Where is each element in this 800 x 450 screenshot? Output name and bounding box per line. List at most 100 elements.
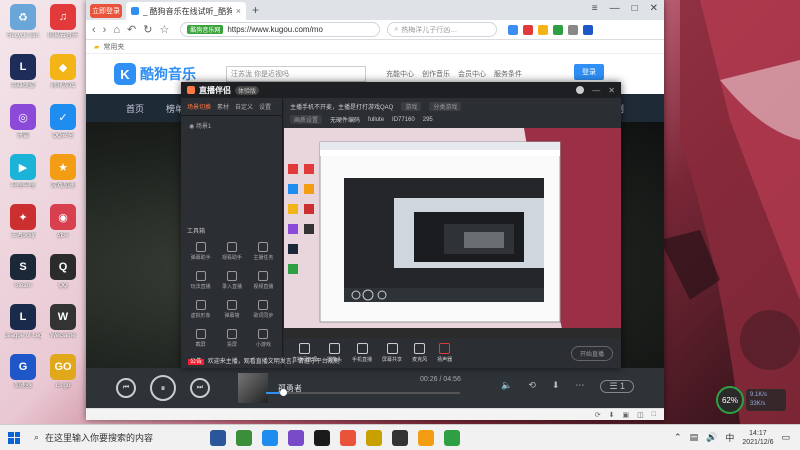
- status-icon[interactable]: □: [652, 411, 656, 418]
- minimize-icon[interactable]: —: [592, 86, 600, 95]
- new-tab-button[interactable]: +: [252, 3, 259, 17]
- extension-icon[interactable]: [538, 24, 549, 35]
- kugou-login-button[interactable]: 登录: [574, 64, 604, 80]
- taskbar-app-icon[interactable]: [314, 429, 330, 446]
- volume-icon[interactable]: 🔊: [706, 432, 717, 443]
- performance-widget[interactable]: 62% 9.1K/s 33K/s: [716, 386, 786, 416]
- toolbox-item[interactable]: 弹幕墙: [216, 300, 247, 319]
- more-icon[interactable]: ⋯: [575, 380, 584, 393]
- taskbar-app-icon[interactable]: [288, 429, 304, 446]
- status-icon[interactable]: ◫: [637, 411, 644, 419]
- clock[interactable]: 14:17 2021/12/6: [742, 429, 773, 447]
- toolbox-item[interactable]: 观看助手: [216, 242, 247, 261]
- next-button[interactable]: ⏭: [190, 378, 210, 398]
- download-icon[interactable]: ⬇: [552, 380, 560, 393]
- refresh-icon[interactable]: ↻: [143, 23, 152, 36]
- close-icon[interactable]: ✕: [650, 3, 658, 14]
- kugou-link[interactable]: 会员中心: [458, 69, 486, 79]
- back-icon[interactable]: ‹: [92, 24, 96, 36]
- extension-icon[interactable]: [508, 24, 519, 35]
- status-icon[interactable]: ⬇: [609, 411, 615, 419]
- info-item[interactable]: 画质设置: [290, 115, 323, 124]
- network-icon[interactable]: ▤: [690, 432, 699, 443]
- desktop-icon[interactable]: Q QQ: [44, 254, 82, 290]
- taskbar-app-icon[interactable]: [262, 429, 278, 446]
- start-button[interactable]: [0, 431, 28, 444]
- taskbar-app-icon[interactable]: [392, 429, 408, 446]
- desktop-icon[interactable]: GO cs go: [44, 354, 82, 390]
- desktop-icon[interactable]: L 英雄联盟: [4, 54, 42, 90]
- taskbar-app-icon[interactable]: [366, 429, 382, 446]
- tab-settings[interactable]: 设置: [259, 102, 271, 111]
- category-tag[interactable]: 分类游戏: [429, 102, 462, 111]
- taskbar-search[interactable]: ⌕ 在这里输入你要搜索的内容: [28, 426, 198, 450]
- toolbox-item[interactable]: 录入直播: [216, 271, 247, 290]
- nav-home[interactable]: 首页: [126, 102, 144, 115]
- desktop-icon[interactable]: ▶ 哔哩哔哩: [4, 154, 42, 190]
- status-icon[interactable]: ▣: [623, 411, 630, 419]
- desktop-icon[interactable]: S Steam: [4, 254, 42, 290]
- kugou-link[interactable]: 服务条件: [494, 69, 522, 79]
- microphone-button[interactable]: 麦克风: [412, 343, 427, 363]
- toolbox-item[interactable]: 视频直播: [248, 271, 279, 290]
- toolbox-item[interactable]: 虚拟形象: [185, 300, 216, 319]
- loop-icon[interactable]: ⟲: [528, 380, 536, 393]
- taskbar-app-icon[interactable]: [236, 429, 252, 446]
- extension-icon[interactable]: [553, 24, 564, 35]
- login-badge[interactable]: 立即登录: [90, 4, 122, 18]
- toolbox-item[interactable]: 弹幕助手: [185, 242, 216, 261]
- tab-scene[interactable]: 场景切换: [187, 102, 211, 111]
- tab-material[interactable]: 素材: [217, 102, 229, 111]
- kugou-link[interactable]: 创作音乐: [422, 69, 450, 79]
- live-title-text[interactable]: 主播手机不开麦，主播是打打游戏QAQ: [290, 102, 393, 111]
- playlist-button[interactable]: ☰ 1: [600, 380, 634, 393]
- home-icon[interactable]: ⌂: [113, 24, 120, 36]
- taskbar-app-icon[interactable]: [210, 429, 226, 446]
- previous-button[interactable]: ⏮: [116, 378, 136, 398]
- menu-icon[interactable]: ≡: [592, 3, 598, 14]
- close-tab-icon[interactable]: ×: [236, 6, 241, 16]
- minimize-icon[interactable]: —: [610, 3, 620, 14]
- status-icon[interactable]: ⟳: [595, 411, 601, 419]
- category-tag[interactable]: 游戏: [401, 102, 422, 111]
- album-cover[interactable]: [238, 373, 268, 403]
- desktop-icon[interactable]: ✦ 王者荣耀: [4, 204, 42, 240]
- speaker-button[interactable]: 扬声器: [437, 343, 452, 363]
- taskbar-app-icon[interactable]: [418, 429, 434, 446]
- undo-icon[interactable]: ↶: [127, 23, 136, 36]
- star-icon[interactable]: ☆: [159, 23, 169, 36]
- progress-knob[interactable]: [280, 389, 288, 396]
- scene-item[interactable]: ◉ 场景1: [181, 116, 282, 135]
- notification-icon[interactable]: ▭: [781, 432, 790, 443]
- desktop-icon[interactable]: ✓ QQ安全: [44, 104, 82, 140]
- screen-share-button[interactable]: 屏幕共享: [382, 343, 402, 363]
- stream-preview[interactable]: [284, 128, 621, 338]
- close-icon[interactable]: ✕: [608, 86, 615, 95]
- toolbox-item[interactable]: 截屏: [185, 329, 216, 348]
- ime-indicator[interactable]: 中: [725, 431, 734, 444]
- volume-icon[interactable]: 🔈: [501, 380, 512, 393]
- start-live-button[interactable]: 开始直播: [570, 345, 613, 361]
- taskbar-app-icon[interactable]: [444, 429, 460, 446]
- address-bar[interactable]: 酷狗音乐网 https://www.kugou.com/mo: [180, 22, 381, 37]
- tab-custom[interactable]: 自定义: [235, 102, 253, 111]
- pause-button[interactable]: ⏸: [150, 375, 176, 401]
- desktop-icon[interactable]: ♫ 网易云音乐: [44, 4, 82, 40]
- desktop-icon[interactable]: ◆ 腾讯游戏: [44, 54, 82, 90]
- desktop-icon[interactable]: ★ 游戏加速: [44, 154, 82, 190]
- desktop-icon[interactable]: W WeGame: [44, 304, 82, 340]
- desktop-icon[interactable]: L League of Legends: [4, 304, 42, 340]
- extension-icon[interactable]: [568, 24, 579, 35]
- extension-icon[interactable]: [523, 24, 534, 35]
- desktop-icon[interactable]: ◎ 迅雷: [4, 104, 42, 140]
- bookmark-item[interactable]: 常用夹: [103, 42, 124, 52]
- desktop-icon[interactable]: ♻ Recycle Bin: [4, 4, 42, 40]
- phone-live-button[interactable]: 手机直播: [352, 343, 372, 363]
- desktop-icon[interactable]: G 加速器: [4, 354, 42, 390]
- avatar[interactable]: [576, 85, 585, 94]
- eye-icon[interactable]: ◉: [189, 124, 194, 130]
- progress-bar[interactable]: [266, 389, 460, 396]
- kugou-link[interactable]: 充能中心: [386, 69, 414, 79]
- browser-search[interactable]: ⌕ 热梅洋儿子行凶…: [387, 22, 498, 37]
- toolbox-item[interactable]: 主播任务: [248, 242, 279, 261]
